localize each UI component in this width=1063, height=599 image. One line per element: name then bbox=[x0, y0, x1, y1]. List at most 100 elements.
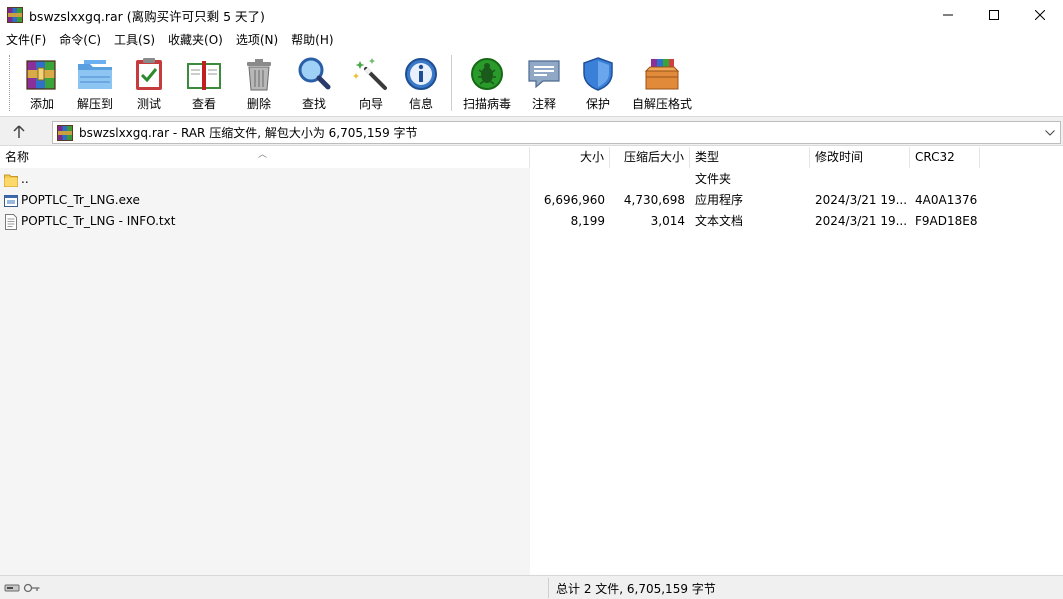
column-modified-label: 修改时间 bbox=[815, 150, 864, 164]
column-packed-label: 压缩后大小 bbox=[623, 150, 684, 164]
file-modified: 2024/3/21 19... bbox=[815, 214, 908, 228]
virus-scan-icon bbox=[471, 58, 503, 90]
find-label: 查找 bbox=[301, 97, 326, 111]
status-bar: 总计 2 文件, 6,705,159 字节 bbox=[0, 575, 1063, 599]
shield-icon bbox=[583, 57, 613, 91]
column-modified[interactable]: 修改时间 bbox=[810, 147, 910, 168]
file-name-cell: POPTLC_Tr_LNG.exe bbox=[0, 190, 530, 211]
path-text: bswzslxxgq.rar - RAR 压缩文件, 解包大小为 6,705,1… bbox=[79, 126, 418, 140]
table-row[interactable]: POPTLC_Tr_LNG.exe 6,696,960 4,730,698 应用… bbox=[0, 190, 1063, 211]
comment-button[interactable]: 注释 bbox=[517, 50, 571, 112]
protect-label: 保护 bbox=[585, 97, 610, 111]
up-arrow-icon bbox=[13, 125, 25, 138]
status-drive-icons bbox=[4, 580, 42, 596]
status-summary: 总计 2 文件, 6,705,159 字节 bbox=[556, 582, 716, 596]
sfx-box-icon bbox=[644, 59, 680, 90]
menu-help[interactable]: 帮助(H) bbox=[285, 30, 340, 50]
status-divider bbox=[548, 578, 549, 598]
column-header: 名称 ︿ 大小 压缩后大小 类型 修改时间 CRC32 bbox=[0, 147, 1063, 168]
info-button[interactable]: 信息 bbox=[397, 50, 445, 112]
magnifier-icon bbox=[298, 57, 331, 90]
delete-button[interactable]: 删除 bbox=[235, 50, 283, 112]
add-button[interactable]: 添加 bbox=[19, 50, 65, 112]
minimize-button[interactable] bbox=[925, 0, 971, 30]
toolbar-separator bbox=[451, 55, 452, 111]
folder-icon bbox=[4, 174, 18, 187]
test-button[interactable]: 测试 bbox=[125, 50, 173, 112]
winrar-window: bswzslxxgq.rar (离购买许可只剩 5 天了) 文件(F) 命令(C… bbox=[0, 0, 1063, 599]
file-size: 6,696,960 bbox=[543, 193, 605, 207]
file-packed-size bbox=[610, 169, 690, 190]
column-type[interactable]: 类型 bbox=[690, 147, 810, 168]
column-type-label: 类型 bbox=[695, 150, 720, 164]
file-modified: 2024/3/21 19... bbox=[815, 193, 908, 207]
file-size: 8,199 bbox=[570, 214, 605, 228]
winrar-app-icon bbox=[7, 7, 23, 23]
column-size-label: 大小 bbox=[579, 150, 604, 164]
close-button[interactable] bbox=[1017, 0, 1063, 30]
file-crc: F9AD18E8 bbox=[915, 214, 978, 228]
table-row[interactable]: .. 文件夹 bbox=[0, 169, 1063, 190]
find-button[interactable]: 查找 bbox=[283, 50, 345, 112]
test-label: 测试 bbox=[136, 97, 161, 111]
menu-tools[interactable]: 工具(S) bbox=[108, 30, 162, 50]
address-bar: bswzslxxgq.rar - RAR 压缩文件, 解包大小为 6,705,1… bbox=[0, 116, 1063, 146]
extract-folder-icon bbox=[78, 60, 112, 89]
menu-file[interactable]: 文件(F) bbox=[0, 30, 53, 50]
add-archive-icon bbox=[26, 60, 56, 90]
view-book-icon bbox=[187, 61, 221, 90]
text-file-icon bbox=[5, 213, 17, 230]
menu-commands[interactable]: 命令(C) bbox=[53, 30, 108, 50]
extract-to-label: 解压到 bbox=[76, 97, 113, 111]
wizard-label: 向导 bbox=[358, 97, 383, 111]
file-name: .. bbox=[21, 172, 29, 186]
table-row[interactable]: POPTLC_Tr_LNG - INFO.txt 8,199 3,014 文本文… bbox=[0, 211, 1063, 232]
view-button[interactable]: 查看 bbox=[173, 50, 235, 112]
magic-wand-icon bbox=[353, 58, 387, 90]
file-type: 文件夹 bbox=[695, 172, 732, 186]
wizard-button[interactable]: 向导 bbox=[345, 50, 397, 112]
file-type: 应用程序 bbox=[695, 193, 744, 207]
up-one-level-button[interactable] bbox=[8, 122, 30, 142]
toolbar-grip[interactable] bbox=[9, 55, 13, 111]
virus-scan-button[interactable]: 扫描病毒 bbox=[457, 50, 517, 112]
column-name[interactable]: 名称 ︿ bbox=[0, 147, 530, 168]
title-bar: bswzslxxgq.rar (离购买许可只剩 5 天了) bbox=[0, 0, 1063, 30]
chevron-down-icon bbox=[1045, 129, 1055, 136]
file-name: POPTLC_Tr_LNG - INFO.txt bbox=[21, 214, 176, 228]
virus-scan-label: 扫描病毒 bbox=[462, 97, 511, 111]
comment-icon bbox=[528, 60, 560, 89]
toolbar: 添加 解压到 测试 查看 删除 查找 向导 信息 扫描病毒 注释 保护 自解压格… bbox=[0, 50, 1063, 116]
sort-indicator-icon: ︿ bbox=[258, 150, 268, 160]
comment-label: 注释 bbox=[531, 97, 556, 111]
column-name-label: 名称 bbox=[5, 150, 30, 164]
file-crc bbox=[910, 169, 980, 190]
sfx-button[interactable]: 自解压格式 bbox=[625, 50, 699, 112]
menu-options[interactable]: 选项(N) bbox=[230, 30, 285, 50]
info-label: 信息 bbox=[408, 97, 433, 111]
window-title: bswzslxxgq.rar (离购买许可只剩 5 天了) bbox=[29, 8, 265, 24]
file-type: 文本文档 bbox=[695, 214, 744, 228]
file-crc: 4A0A1376 bbox=[915, 193, 978, 207]
maximize-button[interactable] bbox=[971, 0, 1017, 30]
column-crc-label: CRC32 bbox=[915, 150, 955, 164]
column-crc[interactable]: CRC32 bbox=[910, 147, 980, 168]
exe-icon bbox=[4, 194, 18, 207]
file-size bbox=[530, 169, 610, 190]
extract-to-button[interactable]: 解压到 bbox=[65, 50, 125, 112]
file-rows: .. 文件夹 POPTLC_Tr_LNG.exe 6,696,960 4,730… bbox=[0, 169, 1063, 232]
menu-favorites[interactable]: 收藏夹(O) bbox=[162, 30, 230, 50]
path-dropdown-button[interactable] bbox=[1043, 125, 1057, 140]
menu-bar: 文件(F) 命令(C) 工具(S) 收藏夹(O) 选项(N) 帮助(H) bbox=[0, 30, 1063, 50]
sfx-label: 自解压格式 bbox=[631, 97, 692, 111]
column-size[interactable]: 大小 bbox=[530, 147, 610, 168]
file-list[interactable]: 名称 ︿ 大小 压缩后大小 类型 修改时间 CRC32 .. 文件夹 POPTL… bbox=[0, 147, 1063, 575]
protect-button[interactable]: 保护 bbox=[571, 50, 625, 112]
rar-archive-icon bbox=[57, 124, 73, 141]
file-name: POPTLC_Tr_LNG.exe bbox=[21, 193, 140, 207]
trash-icon bbox=[247, 59, 271, 91]
delete-label: 删除 bbox=[246, 97, 271, 111]
column-packed[interactable]: 压缩后大小 bbox=[610, 147, 690, 168]
file-packed-size: 4,730,698 bbox=[623, 193, 685, 207]
path-combobox[interactable]: bswzslxxgq.rar - RAR 压缩文件, 解包大小为 6,705,1… bbox=[52, 121, 1061, 144]
